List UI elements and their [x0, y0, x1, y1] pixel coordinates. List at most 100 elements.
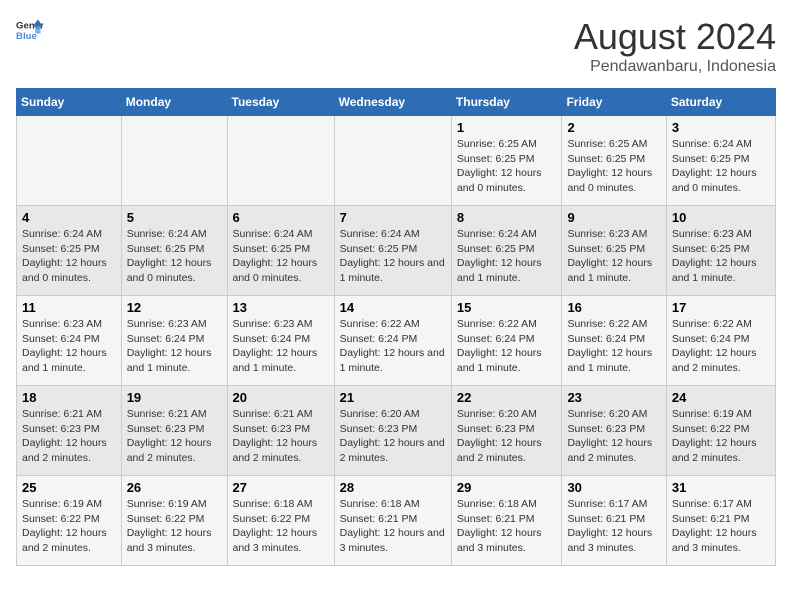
header-row: SundayMondayTuesdayWednesdayThursdayFrid…: [17, 89, 776, 116]
day-number: 29: [457, 480, 557, 495]
day-info: Sunrise: 6:17 AMSunset: 6:21 PMDaylight:…: [567, 497, 660, 556]
calendar-cell: 4Sunrise: 6:24 AMSunset: 6:25 PMDaylight…: [17, 206, 122, 296]
day-info: Sunrise: 6:20 AMSunset: 6:23 PMDaylight:…: [340, 407, 446, 466]
day-number: 10: [672, 210, 770, 225]
calendar-week-row: 4Sunrise: 6:24 AMSunset: 6:25 PMDaylight…: [17, 206, 776, 296]
day-info: Sunrise: 6:22 AMSunset: 6:24 PMDaylight:…: [672, 317, 770, 376]
day-number: 1: [457, 120, 557, 135]
calendar-cell: 6 Sunrise: 6:24 AMSunset: 6:25 PMDaylight…: [227, 206, 334, 296]
calendar-cell: 1 Sunrise: 6:25 AMSunset: 6:25 PMDaylight…: [451, 116, 562, 206]
weekday-header: Friday: [562, 89, 666, 116]
day-info: Sunrise: 6:19 AMSunset: 6:22 PMDaylight:…: [672, 407, 770, 466]
logo: General Blue: [16, 16, 44, 44]
day-info: Sunrise: 6:23 AMSunset: 6:24 PMDaylight:…: [127, 317, 222, 376]
day-info: Sunrise: 6:23 AMSunset: 6:24 PMDaylight:…: [22, 317, 116, 376]
day-info: Sunrise: 6:18 AMSunset: 6:21 PMDaylight:…: [457, 497, 557, 556]
title-block: August 2024 Pendawanbaru, Indonesia: [574, 16, 776, 76]
day-number: 21: [340, 390, 446, 405]
calendar-cell: 5 Sunrise: 6:24 AMSunset: 6:25 PMDaylight…: [121, 206, 227, 296]
calendar-cell: 22 Sunrise: 6:20 AMSunset: 6:23 PMDayligh…: [451, 386, 562, 476]
day-info: Sunrise: 6:21 AMSunset: 6:23 PMDaylight:…: [127, 407, 222, 466]
day-number: 2: [567, 120, 660, 135]
calendar-week-row: 25Sunrise: 6:19 AMSunset: 6:22 PMDayligh…: [17, 476, 776, 566]
calendar-cell: 24 Sunrise: 6:19 AMSunset: 6:22 PMDayligh…: [666, 386, 775, 476]
weekday-header: Thursday: [451, 89, 562, 116]
weekday-header: Saturday: [666, 89, 775, 116]
calendar-cell: [227, 116, 334, 206]
day-info: Sunrise: 6:20 AMSunset: 6:23 PMDaylight:…: [457, 407, 557, 466]
calendar-cell: 14Sunrise: 6:22 AMSunset: 6:24 PMDayligh…: [334, 296, 451, 386]
calendar-cell: 8 Sunrise: 6:24 AMSunset: 6:25 PMDaylight…: [451, 206, 562, 296]
calendar-cell: 27Sunrise: 6:18 AMSunset: 6:22 PMDayligh…: [227, 476, 334, 566]
day-info: Sunrise: 6:19 AMSunset: 6:22 PMDaylight:…: [127, 497, 222, 556]
day-number: 11: [22, 300, 116, 315]
calendar-cell: 20Sunrise: 6:21 AMSunset: 6:23 PMDayligh…: [227, 386, 334, 476]
day-number: 9: [567, 210, 660, 225]
day-number: 23: [567, 390, 660, 405]
calendar-cell: [334, 116, 451, 206]
day-number: 27: [233, 480, 329, 495]
day-number: 20: [233, 390, 329, 405]
calendar-cell: 3Sunrise: 6:24 AMSunset: 6:25 PMDaylight…: [666, 116, 775, 206]
calendar-cell: 30 Sunrise: 6:17 AMSunset: 6:21 PMDayligh…: [562, 476, 666, 566]
calendar-cell: 29 Sunrise: 6:18 AMSunset: 6:21 PMDayligh…: [451, 476, 562, 566]
day-info: Sunrise: 6:24 AMSunset: 6:25 PMDaylight:…: [22, 227, 116, 286]
calendar-cell: 26 Sunrise: 6:19 AMSunset: 6:22 PMDayligh…: [121, 476, 227, 566]
day-info: Sunrise: 6:24 AMSunset: 6:25 PMDaylight:…: [233, 227, 329, 286]
logo-icon: General Blue: [16, 16, 44, 44]
svg-text:Blue: Blue: [16, 31, 37, 42]
day-info: Sunrise: 6:22 AMSunset: 6:24 PMDaylight:…: [567, 317, 660, 376]
page-header: General Blue August 2024 Pendawanbaru, I…: [16, 16, 776, 76]
calendar-cell: 9 Sunrise: 6:23 AMSunset: 6:25 PMDaylight…: [562, 206, 666, 296]
calendar-cell: [121, 116, 227, 206]
day-number: 22: [457, 390, 557, 405]
calendar-cell: 18Sunrise: 6:21 AMSunset: 6:23 PMDayligh…: [17, 386, 122, 476]
day-info: Sunrise: 6:24 AMSunset: 6:25 PMDaylight:…: [127, 227, 222, 286]
day-number: 17: [672, 300, 770, 315]
calendar-cell: 10Sunrise: 6:23 AMSunset: 6:25 PMDayligh…: [666, 206, 775, 296]
day-info: Sunrise: 6:25 AMSunset: 6:25 PMDaylight:…: [457, 137, 557, 196]
day-number: 24: [672, 390, 770, 405]
day-number: 31: [672, 480, 770, 495]
calendar-table: SundayMondayTuesdayWednesdayThursdayFrid…: [16, 88, 776, 566]
calendar-week-row: 18Sunrise: 6:21 AMSunset: 6:23 PMDayligh…: [17, 386, 776, 476]
day-info: Sunrise: 6:24 AMSunset: 6:25 PMDaylight:…: [672, 137, 770, 196]
calendar-cell: 16Sunrise: 6:22 AMSunset: 6:24 PMDayligh…: [562, 296, 666, 386]
calendar-cell: 17 Sunrise: 6:22 AMSunset: 6:24 PMDayligh…: [666, 296, 775, 386]
day-info: Sunrise: 6:23 AMSunset: 6:24 PMDaylight:…: [233, 317, 329, 376]
calendar-cell: 19 Sunrise: 6:21 AMSunset: 6:23 PMDayligh…: [121, 386, 227, 476]
day-number: 13: [233, 300, 329, 315]
calendar-week-row: 11 Sunrise: 6:23 AMSunset: 6:24 PMDayligh…: [17, 296, 776, 386]
day-number: 7: [340, 210, 446, 225]
day-info: Sunrise: 6:25 AMSunset: 6:25 PMDaylight:…: [567, 137, 660, 196]
calendar-cell: 12 Sunrise: 6:23 AMSunset: 6:24 PMDayligh…: [121, 296, 227, 386]
day-number: 8: [457, 210, 557, 225]
weekday-header: Monday: [121, 89, 227, 116]
weekday-header: Sunday: [17, 89, 122, 116]
day-number: 30: [567, 480, 660, 495]
page-subtitle: Pendawanbaru, Indonesia: [574, 58, 776, 76]
day-number: 26: [127, 480, 222, 495]
day-number: 28: [340, 480, 446, 495]
calendar-cell: [17, 116, 122, 206]
day-number: 19: [127, 390, 222, 405]
day-number: 5: [127, 210, 222, 225]
day-number: 6: [233, 210, 329, 225]
day-number: 15: [457, 300, 557, 315]
calendar-cell: 7Sunrise: 6:24 AMSunset: 6:25 PMDaylight…: [334, 206, 451, 296]
day-number: 12: [127, 300, 222, 315]
day-info: Sunrise: 6:18 AMSunset: 6:21 PMDaylight:…: [340, 497, 446, 556]
calendar-cell: 28 Sunrise: 6:18 AMSunset: 6:21 PMDayligh…: [334, 476, 451, 566]
page-title: August 2024: [574, 16, 776, 58]
calendar-cell: 13 Sunrise: 6:23 AMSunset: 6:24 PMDayligh…: [227, 296, 334, 386]
calendar-cell: 2 Sunrise: 6:25 AMSunset: 6:25 PMDaylight…: [562, 116, 666, 206]
weekday-header: Tuesday: [227, 89, 334, 116]
day-info: Sunrise: 6:23 AMSunset: 6:25 PMDaylight:…: [567, 227, 660, 286]
calendar-week-row: 1 Sunrise: 6:25 AMSunset: 6:25 PMDaylight…: [17, 116, 776, 206]
day-info: Sunrise: 6:21 AMSunset: 6:23 PMDaylight:…: [22, 407, 116, 466]
day-info: Sunrise: 6:24 AMSunset: 6:25 PMDaylight:…: [457, 227, 557, 286]
day-info: Sunrise: 6:17 AMSunset: 6:21 PMDaylight:…: [672, 497, 770, 556]
day-number: 14: [340, 300, 446, 315]
day-info: Sunrise: 6:20 AMSunset: 6:23 PMDaylight:…: [567, 407, 660, 466]
day-info: Sunrise: 6:19 AMSunset: 6:22 PMDaylight:…: [22, 497, 116, 556]
